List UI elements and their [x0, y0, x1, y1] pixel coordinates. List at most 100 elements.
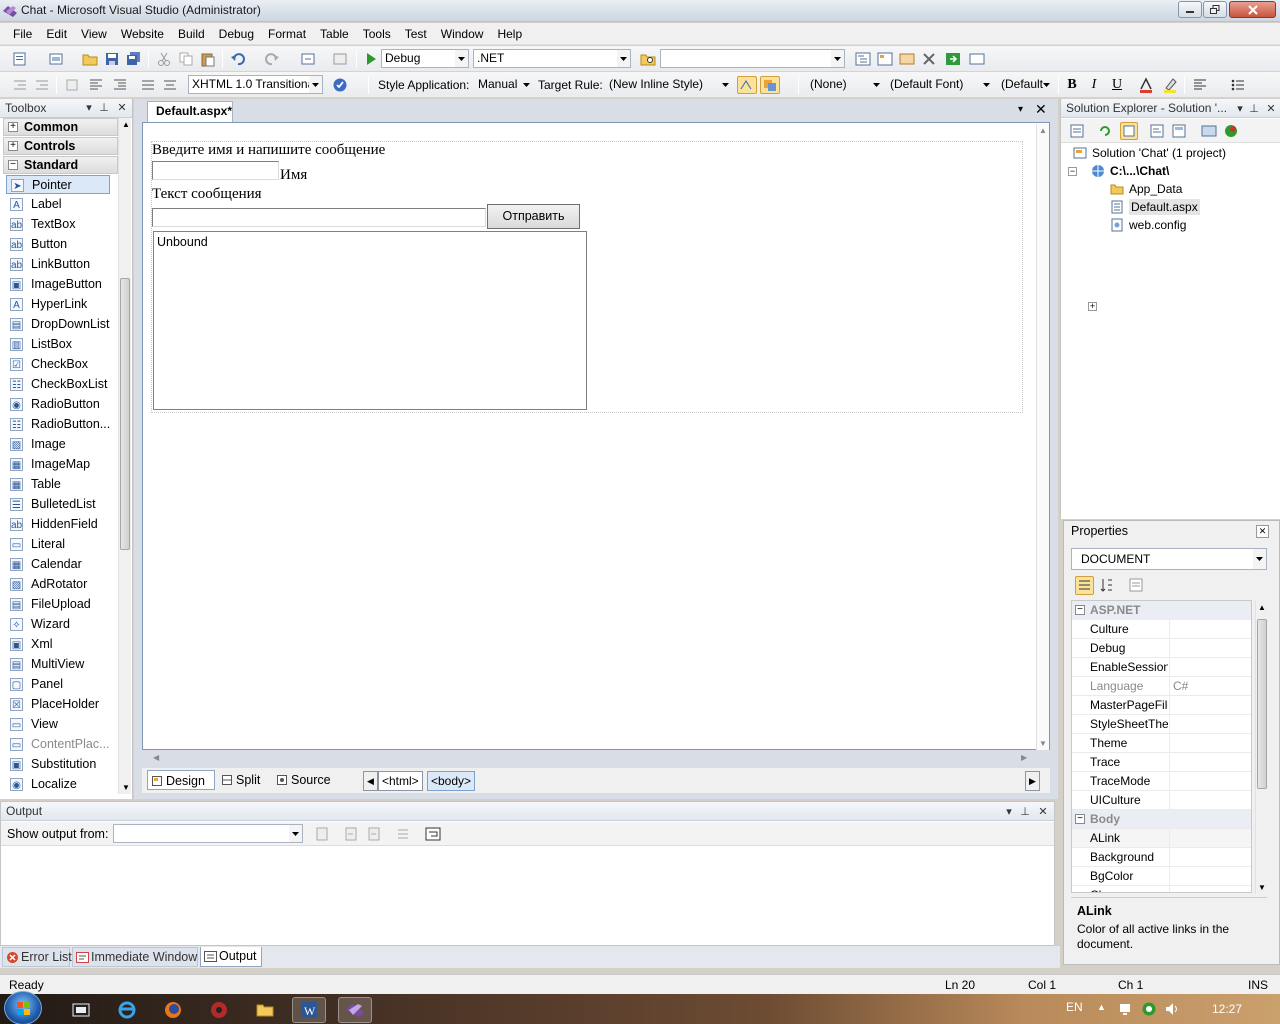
property-category[interactable]: − ASP.NET	[1072, 601, 1251, 620]
toolbox-item[interactable]: ➤ Pointer	[6, 175, 110, 194]
clock[interactable]: 12:27	[1212, 1002, 1242, 1016]
editor-scrollbar[interactable]: ▲ ▼	[1036, 124, 1049, 750]
close-icon[interactable]: ✕	[1264, 101, 1278, 115]
menu-website[interactable]: Website	[114, 23, 171, 45]
toolbox-item[interactable]: A HyperLink	[6, 295, 110, 314]
tag-html[interactable]: <html>	[378, 771, 423, 791]
property-row[interactable]: TraceMode	[1072, 772, 1251, 791]
outdent-icon[interactable]	[12, 77, 28, 93]
tab-design[interactable]: Design	[147, 770, 215, 790]
tree-solution[interactable]: Solution 'Chat' (1 project)	[1073, 145, 1226, 161]
properties-window-icon[interactable]	[877, 51, 893, 67]
toolbox-item[interactable]: ab HiddenField	[6, 515, 110, 534]
nest-files-icon[interactable]	[1120, 122, 1138, 140]
toolbox-item[interactable]: ☷ RadioButton...	[6, 415, 110, 434]
property-row[interactable]: ALink	[1072, 829, 1251, 848]
font-color-icon[interactable]	[1138, 77, 1154, 93]
highlight-icon[interactable]	[1162, 77, 1178, 93]
tag-body[interactable]: <body>	[427, 771, 476, 791]
start-debugging-icon[interactable]	[363, 51, 379, 67]
property-category[interactable]: − Body	[1072, 810, 1251, 829]
toolbox-item[interactable]: ◉ RadioButton	[6, 395, 110, 414]
doctype-select[interactable]: XHTML 1.0 Transitiona	[188, 75, 323, 94]
solution-config-select[interactable]: Debug	[381, 49, 469, 68]
toolbox-item[interactable]: ▦ Calendar	[6, 555, 110, 574]
platform-select[interactable]: .NET	[473, 49, 631, 68]
tab-default-aspx[interactable]: Default.aspx*	[147, 101, 233, 122]
save-all-icon[interactable]	[126, 51, 142, 67]
restore-button[interactable]	[1203, 1, 1227, 18]
tab-error-list[interactable]: Error List	[2, 947, 72, 967]
message-textbox[interactable]	[152, 208, 486, 227]
tab-dropdown-icon[interactable]: ▾	[1018, 104, 1023, 115]
justify-icon[interactable]	[1192, 77, 1208, 93]
open-folder-icon[interactable]	[82, 51, 98, 67]
block-format-select[interactable]: (None)	[806, 75, 884, 94]
tree-item-web-config[interactable]: web.config	[1111, 217, 1186, 233]
property-row[interactable]: Debug	[1072, 639, 1251, 658]
toolbox-item[interactable]: ▣ Xml	[6, 635, 110, 654]
app-tray-icon[interactable]	[1141, 1001, 1157, 1017]
toolbox-item[interactable]: ▢ Panel	[6, 675, 110, 694]
previous-message-icon[interactable]	[343, 826, 359, 842]
copy-website-icon[interactable]	[1201, 123, 1217, 139]
property-row[interactable]: Language C#	[1072, 677, 1251, 696]
show-desktop-icon[interactable]	[64, 997, 98, 1023]
list-format-icon[interactable]	[162, 77, 178, 93]
toolbox-item[interactable]: ▣ Substitution	[6, 755, 110, 774]
menu-tools[interactable]: Tools	[356, 23, 398, 45]
property-row[interactable]: MasterPageFile	[1072, 696, 1251, 715]
navigate-icon[interactable]	[300, 51, 316, 67]
undo-icon[interactable]	[230, 51, 246, 67]
scroll-down-icon[interactable]: ▼	[1258, 883, 1266, 892]
redo-icon[interactable]	[264, 51, 280, 67]
toolbox-item[interactable]: ▨ Image	[6, 435, 110, 454]
solution-explorer-icon[interactable]	[855, 51, 871, 67]
collapse-icon[interactable]: −	[1075, 814, 1085, 824]
apply-style-icon[interactable]	[737, 76, 757, 94]
font-name-select[interactable]: (Default Font)	[886, 75, 994, 94]
refresh-icon[interactable]	[1097, 123, 1113, 139]
show-overlay-icon[interactable]	[760, 76, 780, 94]
comment-icon[interactable]	[64, 77, 80, 93]
name-textbox[interactable]	[152, 161, 279, 180]
property-row[interactable]: UICulture	[1072, 791, 1251, 810]
close-icon[interactable]: ✕	[115, 101, 129, 115]
toolbox-item[interactable]: ▧ AdRotator	[6, 575, 110, 594]
messages-listbox[interactable]: Unbound	[153, 231, 587, 410]
font-size-select[interactable]: (Default	[997, 75, 1054, 94]
property-row[interactable]: Class	[1072, 886, 1251, 892]
scroll-up-icon[interactable]: ▲	[122, 120, 130, 129]
toolbox-group-standard[interactable]: − Standard	[3, 156, 118, 174]
validation-icon[interactable]	[332, 77, 348, 93]
style-application-select[interactable]: Manual	[474, 75, 534, 94]
tree-item-default-aspx[interactable]: Default.aspx	[1111, 199, 1200, 215]
new-project-icon[interactable]	[12, 51, 28, 67]
property-row[interactable]: Trace	[1072, 753, 1251, 772]
italic-button[interactable]: I	[1086, 77, 1102, 93]
visual-studio-taskbar-icon[interactable]	[338, 997, 372, 1023]
decrease-indent-icon[interactable]	[112, 77, 128, 93]
alphabetical-icon[interactable]	[1099, 577, 1115, 593]
toolbox-item[interactable]: ▤ MultiView	[6, 655, 110, 674]
paragraph-icon[interactable]	[140, 77, 156, 93]
tab-source[interactable]: Source	[273, 770, 333, 790]
close-icon[interactable]: ✕	[1256, 525, 1269, 538]
save-icon[interactable]	[104, 51, 120, 67]
cut-icon[interactable]	[156, 51, 172, 67]
explorer-icon[interactable]	[248, 997, 282, 1023]
bold-button[interactable]: B	[1064, 77, 1080, 93]
dropdown-icon[interactable]: ▾	[1002, 804, 1016, 818]
toolbox-item[interactable]: ▤ FileUpload	[6, 595, 110, 614]
tree-project[interactable]: C:\...\Chat\	[1092, 163, 1169, 179]
start-page-icon[interactable]	[945, 51, 961, 67]
tab-output[interactable]: Output	[200, 947, 262, 967]
expand-icon[interactable]: +	[1088, 302, 1097, 311]
bulleted-list-icon[interactable]	[1230, 77, 1246, 93]
close-document-icon[interactable]: ✕	[1035, 101, 1047, 118]
toolbox-group-controls[interactable]: + Controls	[3, 137, 118, 155]
find-in-files-icon[interactable]	[640, 51, 656, 67]
network-icon[interactable]	[1118, 1001, 1134, 1017]
media-app-icon[interactable]	[202, 997, 236, 1023]
property-row[interactable]: Theme	[1072, 734, 1251, 753]
